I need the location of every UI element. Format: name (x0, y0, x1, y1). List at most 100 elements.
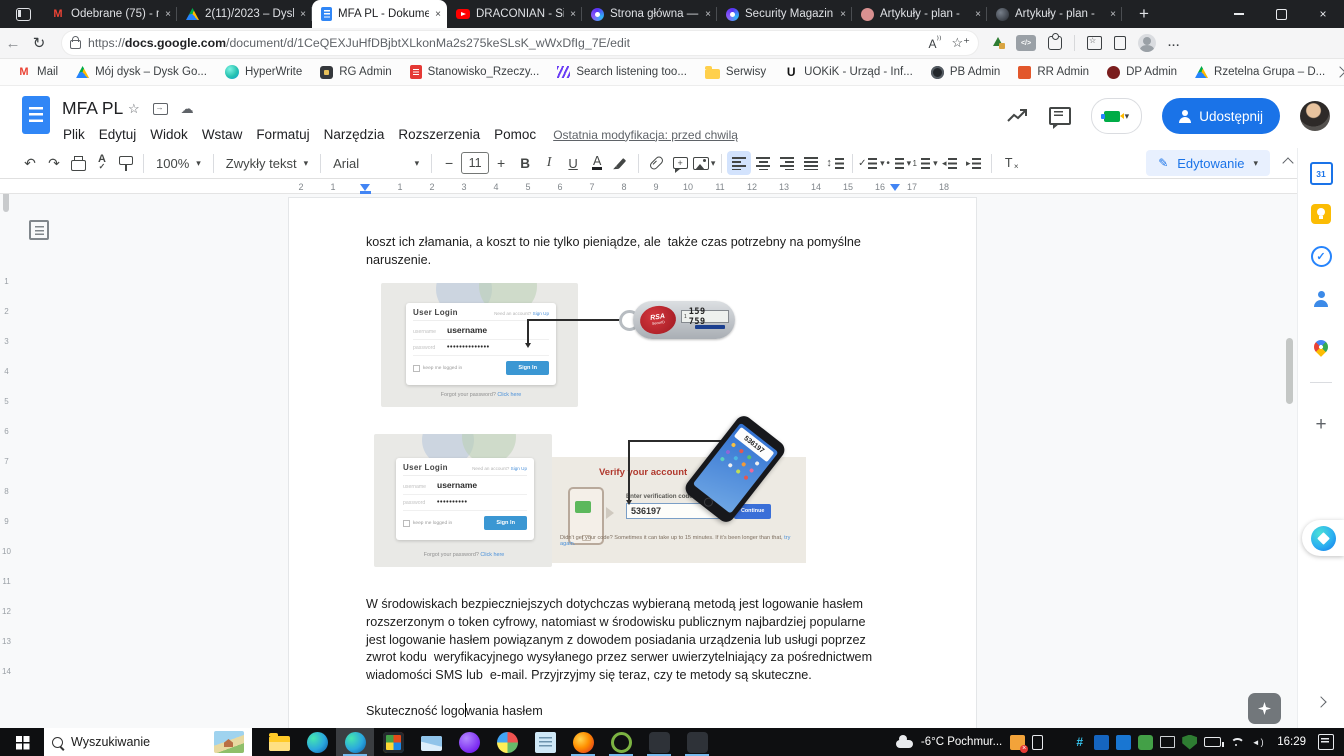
bookmark-item[interactable]: PB Admin (924, 61, 1008, 83)
new-tab-button[interactable]: + (1132, 4, 1156, 24)
collections-icon[interactable] (1087, 36, 1102, 50)
activity-dashboard-icon[interactable] (1006, 108, 1029, 124)
underline-icon[interactable]: U (561, 151, 585, 175)
browser-tab[interactable]: DRACONIAN - Sie × (447, 0, 582, 28)
scrollbar-thumb[interactable] (1286, 338, 1293, 404)
hyperwrite-extension-button[interactable] (1302, 520, 1344, 556)
vertical-ruler-handle[interactable] (3, 194, 9, 212)
clock[interactable]: 16:29 (1277, 736, 1306, 748)
weather-text[interactable]: -6°C Pochmur... (921, 736, 1002, 748)
taskbar-app-button[interactable] (602, 728, 640, 756)
bookmark-item[interactable]: RG Admin (313, 61, 398, 83)
italic-icon[interactable]: I (537, 151, 561, 175)
taskbar-app-button[interactable] (678, 728, 716, 756)
devtools-extension-icon[interactable]: </> (1016, 35, 1036, 51)
browser-tab[interactable]: Security Magazin × (717, 0, 852, 28)
clear-formatting-icon[interactable]: T (997, 151, 1021, 175)
taskbar-app-button[interactable] (336, 728, 374, 756)
align-center-icon[interactable] (751, 151, 775, 175)
tray-icon[interactable] (1072, 735, 1087, 750)
star-document-icon[interactable]: ☆ (128, 101, 140, 117)
contacts-icon[interactable] (1298, 290, 1344, 308)
taskbar-app-button[interactable] (640, 728, 678, 756)
decrease-indent-icon[interactable]: ◂ (938, 151, 962, 175)
font-select[interactable]: Arial ▾ (326, 151, 426, 175)
font-size-input[interactable]: 11 (461, 152, 490, 174)
hide-side-panel-chevron[interactable] (1298, 696, 1344, 708)
menu-item[interactable]: Narzędzia (317, 124, 392, 145)
last-modified-link[interactable]: Ostatnia modyfikacja: przed chwilą (553, 128, 738, 142)
tray-icon[interactable] (1250, 735, 1265, 750)
menu-item[interactable]: Edytuj (92, 124, 144, 145)
tab-close-icon[interactable]: × (570, 9, 576, 20)
bookmark-item[interactable]: HyperWrite (218, 61, 309, 83)
tab-close-icon[interactable]: × (165, 9, 171, 20)
window-close-button[interactable]: × (1302, 0, 1344, 28)
reload-button[interactable]: ↻ (26, 34, 52, 52)
align-right-icon[interactable] (775, 151, 799, 175)
paint-format-icon[interactable] (114, 151, 138, 175)
bulleted-list-icon[interactable]: • ▾ (885, 151, 911, 175)
bookmark-item[interactable]: Rzetelna Grupa – D... (1188, 61, 1332, 83)
user-avatar[interactable] (1300, 101, 1330, 131)
maps-icon[interactable] (1298, 337, 1344, 357)
browser-menu-icon[interactable]: ... (1168, 37, 1180, 49)
bookmarks-overflow-chevron[interactable] (1334, 63, 1344, 81)
browser-tab[interactable]: 2(11)/2023 – Dysk × (177, 0, 312, 28)
menu-item[interactable]: Plik (56, 124, 92, 145)
extensions-puzzle-icon[interactable] (1048, 33, 1062, 50)
increase-font-size-icon[interactable]: + (489, 151, 513, 175)
document-outline-icon[interactable] (29, 220, 49, 240)
tab-close-icon[interactable]: × (705, 9, 711, 20)
docs-logo-icon[interactable] (22, 96, 50, 134)
figure-token-login[interactable]: User Login Need an account? Sign Up usern… (381, 279, 741, 409)
bookmark-item[interactable]: Stanowisko_Rzeczy... (403, 61, 547, 83)
document-title[interactable]: MFA PL (62, 98, 123, 119)
figure-sms-login[interactable]: User Login Need an account? Sign Up usern… (374, 412, 808, 571)
split-window-icon[interactable] (1114, 33, 1129, 50)
right-indent-marker[interactable] (890, 184, 900, 191)
taskbar-app-button[interactable] (526, 728, 564, 756)
tray-icon[interactable] (1228, 735, 1243, 750)
bookmark-item[interactable]: Mój dysk – Dysk Go... (69, 61, 214, 83)
window-minimize-button[interactable] (1218, 0, 1260, 28)
menu-item[interactable]: Widok (143, 124, 195, 145)
bookmark-item[interactable]: Serwisy (698, 61, 773, 83)
bold-icon[interactable]: B (513, 151, 537, 175)
share-button[interactable]: Udostępnij (1162, 98, 1280, 134)
insert-link-icon[interactable] (644, 151, 668, 175)
address-bar[interactable]: https://docs.google.com/document/d/1CeQE… (62, 31, 978, 55)
calendar-icon[interactable]: 31 (1298, 162, 1344, 185)
document-page[interactable]: koszt ich złamania, a koszt to nie tylko… (288, 197, 977, 728)
search-doodle-image[interactable] (214, 731, 244, 753)
text-color-icon[interactable]: A (585, 151, 609, 175)
decrease-font-size-icon[interactable]: − (437, 151, 461, 175)
notification-center-icon[interactable] (1318, 734, 1334, 750)
taskbar-app-button[interactable] (374, 728, 412, 756)
tray-icon[interactable] (1032, 734, 1044, 750)
tray-icon[interactable] (1138, 734, 1154, 750)
taskbar-app-button[interactable] (488, 728, 526, 756)
paragraph[interactable]: Skuteczność logowania hasłem (366, 703, 887, 721)
justify-icon[interactable] (799, 151, 823, 175)
paragraph[interactable]: W środowiskach bezpieczniejszych dotychc… (366, 596, 887, 685)
taskbar-app-button[interactable] (412, 728, 450, 756)
insert-image-icon[interactable]: ▾ (692, 151, 716, 175)
tray-icon[interactable] (1050, 735, 1065, 750)
tab-close-icon[interactable]: × (1110, 9, 1116, 20)
window-maximize-button[interactable] (1260, 0, 1302, 28)
menu-item[interactable]: Wstaw (195, 124, 250, 145)
numbered-list-icon[interactable]: 1 ▾ (911, 151, 938, 175)
explore-button[interactable] (1248, 693, 1281, 724)
browser-tab[interactable]: Strona główna — × (582, 0, 717, 28)
tray-icon[interactable] (1116, 734, 1132, 750)
taskbar-app-button[interactable] (450, 728, 488, 756)
add-favorite-icon[interactable]: ☆⁺ (951, 35, 970, 51)
spellcheck-icon[interactable]: A ✓ (90, 151, 114, 175)
tab-close-icon[interactable]: × (840, 9, 846, 20)
lock-icon[interactable] (70, 36, 81, 49)
tab-close-icon[interactable]: × (975, 9, 981, 20)
move-to-folder-icon[interactable] (152, 103, 168, 115)
extension-icon[interactable] (992, 37, 1005, 49)
browser-tab[interactable]: Artykuły - plan - × (852, 0, 987, 28)
